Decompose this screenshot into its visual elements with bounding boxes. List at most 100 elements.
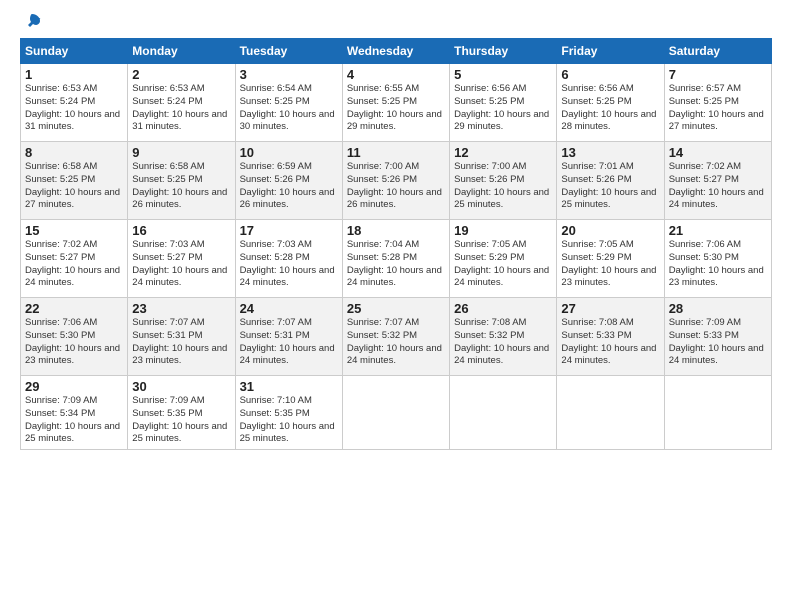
day-detail: Sunrise: 7:09 AM Sunset: 5:35 PM Dayligh… (132, 395, 230, 446)
logo (20, 16, 42, 32)
day-detail: Sunrise: 7:10 AM Sunset: 5:35 PM Dayligh… (240, 395, 338, 446)
table-cell: 13 Sunrise: 7:01 AM Sunset: 5:26 PM Dayl… (557, 142, 664, 220)
table-cell: 17 Sunrise: 7:03 AM Sunset: 5:28 PM Dayl… (235, 220, 342, 298)
table-cell (342, 376, 449, 450)
day-detail: Sunrise: 7:07 AM Sunset: 5:31 PM Dayligh… (132, 317, 230, 368)
day-detail: Sunrise: 7:04 AM Sunset: 5:28 PM Dayligh… (347, 239, 445, 290)
day-number: 5 (454, 67, 552, 82)
table-cell: 16 Sunrise: 7:03 AM Sunset: 5:27 PM Dayl… (128, 220, 235, 298)
day-number: 6 (561, 67, 659, 82)
table-cell: 10 Sunrise: 6:59 AM Sunset: 5:26 PM Dayl… (235, 142, 342, 220)
table-cell: 3 Sunrise: 6:54 AM Sunset: 5:25 PM Dayli… (235, 64, 342, 142)
table-cell: 11 Sunrise: 7:00 AM Sunset: 5:26 PM Dayl… (342, 142, 449, 220)
day-number: 9 (132, 145, 230, 160)
header-saturday: Saturday (664, 39, 771, 64)
table-cell: 4 Sunrise: 6:55 AM Sunset: 5:25 PM Dayli… (342, 64, 449, 142)
day-detail: Sunrise: 7:03 AM Sunset: 5:28 PM Dayligh… (240, 239, 338, 290)
day-detail: Sunrise: 7:09 AM Sunset: 5:34 PM Dayligh… (25, 395, 123, 446)
table-cell: 6 Sunrise: 6:56 AM Sunset: 5:25 PM Dayli… (557, 64, 664, 142)
day-number: 19 (454, 223, 552, 238)
day-detail: Sunrise: 7:08 AM Sunset: 5:33 PM Dayligh… (561, 317, 659, 368)
table-cell: 26 Sunrise: 7:08 AM Sunset: 5:32 PM Dayl… (450, 298, 557, 376)
day-number: 18 (347, 223, 445, 238)
day-detail: Sunrise: 7:01 AM Sunset: 5:26 PM Dayligh… (561, 161, 659, 212)
day-number: 21 (669, 223, 767, 238)
day-number: 28 (669, 301, 767, 316)
table-cell (664, 376, 771, 450)
table-cell: 8 Sunrise: 6:58 AM Sunset: 5:25 PM Dayli… (21, 142, 128, 220)
table-cell: 29 Sunrise: 7:09 AM Sunset: 5:34 PM Dayl… (21, 376, 128, 450)
day-number: 17 (240, 223, 338, 238)
table-cell (557, 376, 664, 450)
day-number: 26 (454, 301, 552, 316)
day-detail: Sunrise: 7:09 AM Sunset: 5:33 PM Dayligh… (669, 317, 767, 368)
table-cell: 21 Sunrise: 7:06 AM Sunset: 5:30 PM Dayl… (664, 220, 771, 298)
day-detail: Sunrise: 7:08 AM Sunset: 5:32 PM Dayligh… (454, 317, 552, 368)
day-detail: Sunrise: 6:56 AM Sunset: 5:25 PM Dayligh… (561, 83, 659, 134)
table-cell: 27 Sunrise: 7:08 AM Sunset: 5:33 PM Dayl… (557, 298, 664, 376)
header-monday: Monday (128, 39, 235, 64)
day-number: 30 (132, 379, 230, 394)
table-cell: 19 Sunrise: 7:05 AM Sunset: 5:29 PM Dayl… (450, 220, 557, 298)
day-number: 22 (25, 301, 123, 316)
day-number: 16 (132, 223, 230, 238)
day-number: 11 (347, 145, 445, 160)
table-cell: 14 Sunrise: 7:02 AM Sunset: 5:27 PM Dayl… (664, 142, 771, 220)
day-number: 25 (347, 301, 445, 316)
table-cell: 30 Sunrise: 7:09 AM Sunset: 5:35 PM Dayl… (128, 376, 235, 450)
logo-bird-icon (22, 12, 42, 32)
day-number: 14 (669, 145, 767, 160)
day-number: 20 (561, 223, 659, 238)
header-friday: Friday (557, 39, 664, 64)
day-detail: Sunrise: 6:58 AM Sunset: 5:25 PM Dayligh… (132, 161, 230, 212)
header-wednesday: Wednesday (342, 39, 449, 64)
table-cell: 31 Sunrise: 7:10 AM Sunset: 5:35 PM Dayl… (235, 376, 342, 450)
day-detail: Sunrise: 7:05 AM Sunset: 5:29 PM Dayligh… (561, 239, 659, 290)
header-tuesday: Tuesday (235, 39, 342, 64)
table-cell: 7 Sunrise: 6:57 AM Sunset: 5:25 PM Dayli… (664, 64, 771, 142)
day-detail: Sunrise: 7:06 AM Sunset: 5:30 PM Dayligh… (25, 317, 123, 368)
day-detail: Sunrise: 6:55 AM Sunset: 5:25 PM Dayligh… (347, 83, 445, 134)
table-cell: 25 Sunrise: 7:07 AM Sunset: 5:32 PM Dayl… (342, 298, 449, 376)
day-number: 1 (25, 67, 123, 82)
calendar-table: Sunday Monday Tuesday Wednesday Thursday… (20, 38, 772, 450)
table-cell: 28 Sunrise: 7:09 AM Sunset: 5:33 PM Dayl… (664, 298, 771, 376)
day-detail: Sunrise: 6:58 AM Sunset: 5:25 PM Dayligh… (25, 161, 123, 212)
header (20, 16, 772, 32)
weekday-header-row: Sunday Monday Tuesday Wednesday Thursday… (21, 39, 772, 64)
header-sunday: Sunday (21, 39, 128, 64)
day-detail: Sunrise: 6:59 AM Sunset: 5:26 PM Dayligh… (240, 161, 338, 212)
day-detail: Sunrise: 7:02 AM Sunset: 5:27 PM Dayligh… (669, 161, 767, 212)
day-number: 23 (132, 301, 230, 316)
table-cell: 23 Sunrise: 7:07 AM Sunset: 5:31 PM Dayl… (128, 298, 235, 376)
day-detail: Sunrise: 7:03 AM Sunset: 5:27 PM Dayligh… (132, 239, 230, 290)
day-detail: Sunrise: 7:00 AM Sunset: 5:26 PM Dayligh… (347, 161, 445, 212)
header-thursday: Thursday (450, 39, 557, 64)
day-number: 3 (240, 67, 338, 82)
day-detail: Sunrise: 6:53 AM Sunset: 5:24 PM Dayligh… (132, 83, 230, 134)
table-cell: 22 Sunrise: 7:06 AM Sunset: 5:30 PM Dayl… (21, 298, 128, 376)
day-number: 2 (132, 67, 230, 82)
day-detail: Sunrise: 7:00 AM Sunset: 5:26 PM Dayligh… (454, 161, 552, 212)
day-detail: Sunrise: 6:53 AM Sunset: 5:24 PM Dayligh… (25, 83, 123, 134)
day-detail: Sunrise: 6:57 AM Sunset: 5:25 PM Dayligh… (669, 83, 767, 134)
table-cell: 18 Sunrise: 7:04 AM Sunset: 5:28 PM Dayl… (342, 220, 449, 298)
table-cell: 12 Sunrise: 7:00 AM Sunset: 5:26 PM Dayl… (450, 142, 557, 220)
day-detail: Sunrise: 7:05 AM Sunset: 5:29 PM Dayligh… (454, 239, 552, 290)
table-cell: 24 Sunrise: 7:07 AM Sunset: 5:31 PM Dayl… (235, 298, 342, 376)
table-cell: 20 Sunrise: 7:05 AM Sunset: 5:29 PM Dayl… (557, 220, 664, 298)
day-detail: Sunrise: 7:06 AM Sunset: 5:30 PM Dayligh… (669, 239, 767, 290)
table-cell: 2 Sunrise: 6:53 AM Sunset: 5:24 PM Dayli… (128, 64, 235, 142)
day-number: 29 (25, 379, 123, 394)
table-cell: 1 Sunrise: 6:53 AM Sunset: 5:24 PM Dayli… (21, 64, 128, 142)
day-detail: Sunrise: 6:56 AM Sunset: 5:25 PM Dayligh… (454, 83, 552, 134)
day-number: 13 (561, 145, 659, 160)
day-number: 10 (240, 145, 338, 160)
day-detail: Sunrise: 7:07 AM Sunset: 5:32 PM Dayligh… (347, 317, 445, 368)
day-number: 31 (240, 379, 338, 394)
day-number: 15 (25, 223, 123, 238)
day-detail: Sunrise: 6:54 AM Sunset: 5:25 PM Dayligh… (240, 83, 338, 134)
day-number: 8 (25, 145, 123, 160)
table-cell: 9 Sunrise: 6:58 AM Sunset: 5:25 PM Dayli… (128, 142, 235, 220)
day-number: 7 (669, 67, 767, 82)
